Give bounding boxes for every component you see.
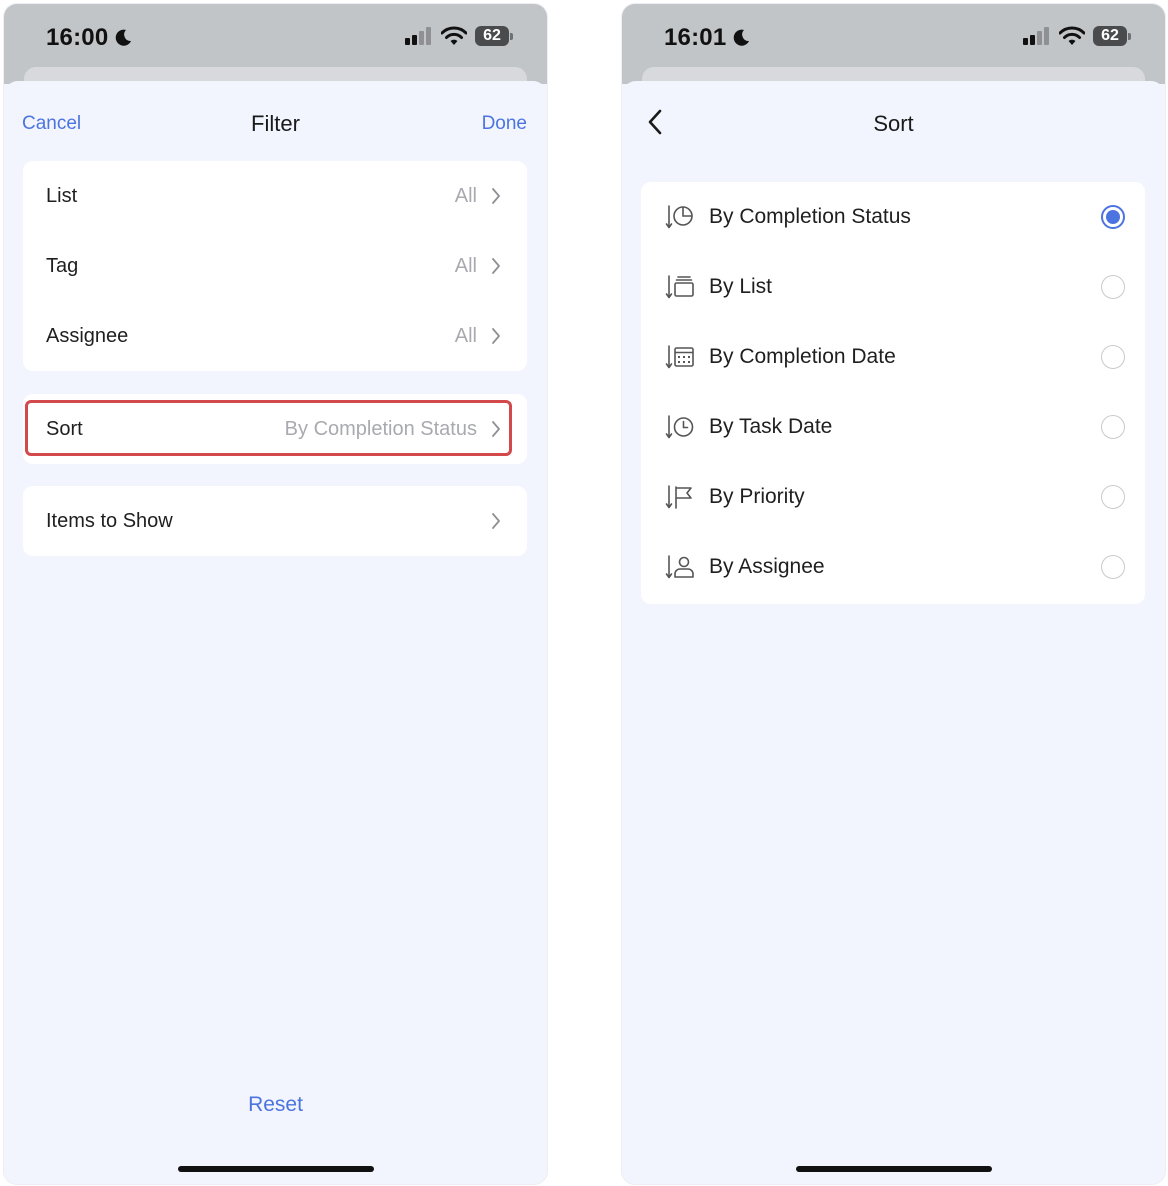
row-label: Sort — [46, 417, 83, 440]
sort-options-card: By Completion Status By List By Completi… — [641, 182, 1145, 604]
row-label: Assignee — [46, 324, 129, 347]
moon-icon — [734, 29, 750, 46]
status-icons: 62 — [405, 26, 513, 46]
status-icons: 62 — [1023, 26, 1131, 46]
chevron-right-icon — [492, 258, 500, 274]
signal-icon — [1023, 27, 1049, 45]
row-value: By Completion Status — [284, 417, 477, 440]
sort-option-priority[interactable]: By Priority — [641, 462, 1145, 532]
sort-option-label: By Assignee — [709, 555, 825, 578]
completion-status-icon — [665, 205, 693, 229]
chevron-right-icon — [492, 421, 500, 437]
row-value: All — [454, 324, 477, 347]
sort-option-completion-date[interactable]: By Completion Date — [641, 322, 1145, 392]
chevron-right-icon — [492, 328, 500, 344]
person-icon — [665, 555, 694, 579]
done-button[interactable]: Done — [482, 113, 527, 135]
sort-option-label: By List — [709, 275, 773, 298]
sort-option-task-date[interactable]: By Task Date — [641, 392, 1145, 462]
flag-icon — [665, 485, 692, 509]
items-to-show-row[interactable]: Items to Show — [23, 486, 527, 556]
status-time: 16:01 — [664, 24, 751, 52]
row-value: All — [454, 184, 477, 207]
radio-unselected[interactable] — [1101, 275, 1125, 299]
moon-icon — [116, 29, 132, 46]
chevron-right-icon — [492, 188, 500, 204]
sort-option-assignee[interactable]: By Assignee — [641, 532, 1145, 602]
assignee-filter-row[interactable]: Assignee All — [23, 301, 527, 371]
home-indicator — [177, 1166, 374, 1172]
filter-screen: 16:00 62 Cancel Filter Done List All Tag… — [3, 3, 548, 1185]
sort-sheet: Sort By Completion Status By List By Com… — [622, 81, 1165, 1184]
list-filter-row[interactable]: List All — [23, 161, 527, 231]
filter-card: List All Tag All Assignee All — [23, 161, 527, 371]
calendar-icon — [665, 345, 694, 369]
battery-icon: 62 — [475, 26, 513, 46]
radio-selected[interactable] — [1101, 205, 1125, 229]
items-card: Items to Show — [23, 486, 527, 556]
row-label: Tag — [46, 254, 79, 277]
battery-icon: 62 — [1093, 26, 1131, 46]
page-title: Filter — [251, 111, 300, 136]
sort-option-label: By Priority — [709, 485, 805, 508]
filter-sheet: Cancel Filter Done List All Tag All Assi… — [4, 81, 547, 1184]
page-title: Sort — [873, 111, 914, 136]
radio-unselected[interactable] — [1101, 415, 1125, 439]
radio-unselected[interactable] — [1101, 345, 1125, 369]
chevron-right-icon — [492, 513, 500, 529]
sort-option-list[interactable]: By List — [641, 252, 1145, 322]
sort-option-label: By Completion Date — [709, 345, 896, 368]
reset-button[interactable]: Reset — [4, 1093, 547, 1117]
sort-option-completion-status[interactable]: By Completion Status — [641, 182, 1145, 252]
row-value: All — [454, 254, 477, 277]
row-label: Items to Show — [46, 509, 173, 532]
sort-card: Sort By Completion Status — [23, 394, 527, 464]
row-label: List — [46, 184, 78, 207]
sort-screen: 16:01 62 Sort By Completion Status By Li… — [621, 3, 1166, 1185]
list-icon — [665, 275, 694, 299]
tag-filter-row[interactable]: Tag All — [23, 231, 527, 301]
home-indicator — [795, 1166, 992, 1172]
radio-unselected[interactable] — [1101, 555, 1125, 579]
wifi-icon — [441, 26, 467, 45]
radio-unselected[interactable] — [1101, 485, 1125, 509]
sort-option-label: By Task Date — [709, 415, 833, 438]
sort-row[interactable]: Sort By Completion Status — [23, 394, 527, 464]
sort-option-label: By Completion Status — [709, 205, 911, 228]
status-time: 16:00 — [46, 24, 133, 52]
wifi-icon — [1059, 26, 1085, 45]
signal-icon — [405, 27, 431, 45]
clock-icon — [665, 415, 694, 439]
